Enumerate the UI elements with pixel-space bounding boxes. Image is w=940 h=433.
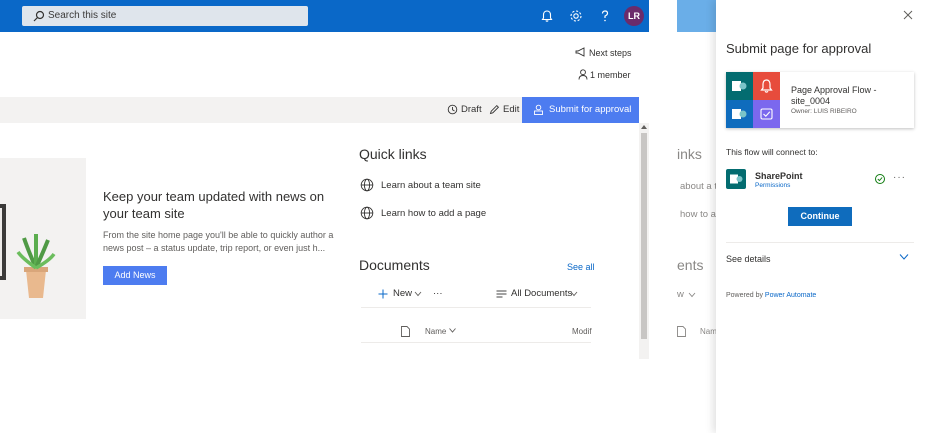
document-icon: [401, 326, 410, 337]
connect-text: This flow will connect to:: [726, 147, 818, 157]
chevron-down-icon: [688, 292, 696, 298]
divider: [361, 342, 591, 343]
quick-links-title: Quick links: [359, 146, 427, 162]
suite-bar: Search this site LR: [0, 0, 649, 32]
submit-for-approval-button[interactable]: Submit for approval: [522, 97, 639, 123]
news-title: Keep your team updated with news on your…: [103, 189, 325, 221]
help-icon[interactable]: [597, 8, 613, 24]
powered-by-label: Powered by: [726, 292, 763, 299]
sharepoint-glyph: [730, 174, 743, 184]
background-quick-links-title: inks: [677, 146, 702, 162]
flow-card: Page Approval Flow - site_0004 Owner: LU…: [726, 72, 914, 128]
sharepoint-glyph: [732, 109, 747, 119]
page-scrollbar[interactable]: [639, 123, 649, 359]
list-icon: [496, 290, 507, 298]
quick-link-label: Learn how to add a page: [381, 208, 487, 219]
document-icon: [677, 326, 686, 337]
documents-title: Documents: [359, 257, 430, 273]
chevron-down-icon: [570, 291, 578, 297]
flow-name: Page Approval Flow - site_0004: [791, 85, 877, 106]
background-link-2: how to a: [680, 209, 716, 220]
next-steps-link[interactable]: Next steps: [589, 47, 632, 59]
bell-icon: [760, 79, 773, 93]
connector-more-button[interactable]: ···: [893, 173, 906, 183]
approval-panel: Submit page for approval Page Approval F…: [716, 0, 940, 433]
scroll-thumb[interactable]: [641, 133, 647, 339]
background-new-button: w: [677, 289, 684, 300]
check-circle-icon: [875, 174, 885, 184]
quick-link-label: Learn about a team site: [381, 180, 481, 191]
more-actions-button[interactable]: ···: [433, 288, 443, 300]
submit-for-approval-label: Submit for approval: [549, 104, 632, 115]
globe-icon: [360, 206, 374, 220]
panel-title: Submit page for approval: [726, 41, 872, 56]
plus-icon: [378, 289, 388, 299]
draft-status: Draft: [461, 104, 482, 115]
continue-button[interactable]: Continue: [788, 207, 852, 226]
sharepoint-connector-icon: [726, 169, 746, 189]
notification-icon: [753, 72, 780, 100]
search-box[interactable]: Search this site: [22, 6, 308, 26]
members-link[interactable]: 1 member: [590, 69, 631, 81]
gear-icon[interactable]: [568, 8, 584, 24]
see-all-link[interactable]: See all: [567, 261, 595, 273]
background-column-name: Nam: [700, 327, 717, 336]
divider: [361, 307, 591, 308]
close-icon[interactable]: [903, 10, 913, 20]
connector-permissions-link[interactable]: Permissions: [755, 182, 790, 190]
column-header-modified[interactable]: Modif: [572, 327, 592, 337]
shield-check-icon: [760, 108, 773, 120]
flow-owner: Owner: LUIS RIBEIRO: [791, 108, 857, 115]
chevron-down-icon[interactable]: [899, 253, 909, 261]
view-selector[interactable]: All Documents: [511, 288, 572, 300]
edit-button[interactable]: Edit: [503, 104, 519, 116]
plant-illustration: [0, 204, 56, 298]
search-placeholder: Search this site: [48, 10, 117, 21]
bell-icon[interactable]: [539, 8, 555, 24]
background-link-1: about a t: [680, 181, 717, 192]
background-suite-bar: [677, 0, 717, 32]
connector-name: SharePoint: [755, 171, 803, 181]
chevron-down-icon: [414, 291, 422, 297]
column-header-name[interactable]: Name: [425, 327, 446, 337]
power-automate-link[interactable]: Power Automate: [765, 292, 816, 299]
sharepoint-glyph: [732, 81, 747, 91]
news-body: From the site home page you'll be able t…: [103, 230, 334, 253]
approval-icon: [534, 104, 543, 115]
news-illustration: [0, 158, 86, 319]
search-icon: [33, 10, 45, 22]
sharepoint-icon: [726, 72, 753, 100]
megaphone-icon: [575, 47, 585, 57]
avatar[interactable]: LR: [624, 6, 644, 26]
checkmark: [877, 177, 883, 182]
sharepoint-icon: [726, 100, 753, 128]
history-icon: [447, 104, 458, 115]
chevron-down-icon: [449, 328, 456, 333]
scroll-up-arrow[interactable]: [641, 125, 647, 129]
new-document-button[interactable]: New: [393, 288, 412, 300]
powered-by-text: Powered by Power Automate: [726, 291, 816, 300]
see-details-toggle[interactable]: See details: [726, 254, 771, 265]
add-news-button[interactable]: Add News: [103, 266, 167, 285]
person-icon: [578, 69, 588, 80]
divider: [726, 242, 914, 243]
background-documents-title: ents: [677, 257, 704, 273]
approval-icon: [753, 100, 780, 128]
pencil-icon: [489, 104, 500, 115]
globe-icon: [360, 178, 374, 192]
